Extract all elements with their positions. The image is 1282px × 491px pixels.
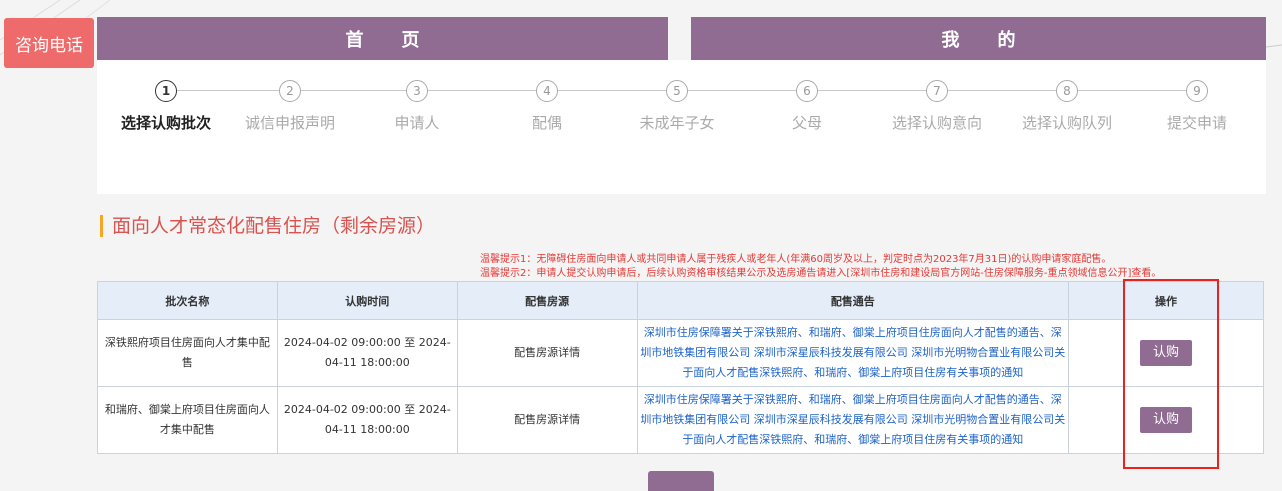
- step-card: 1 选择认购批次 2 诚信申报声明 3 申请人 4 配偶 5 未成年子女 6 父母 7 选择认购意向 8 选择…: [97, 60, 1266, 194]
- step-label: 配偶: [531, 114, 562, 132]
- step-label: 父母: [791, 114, 822, 132]
- step-label: 未成年子女: [639, 114, 715, 132]
- step-8: 8 选择认购队列: [1007, 80, 1127, 133]
- step-number-circle: 1: [155, 80, 177, 102]
- pager-button[interactable]: [648, 471, 714, 491]
- header-time: 认购时间: [276, 281, 458, 320]
- step-number-circle: 9: [1186, 80, 1208, 102]
- subscribe-button[interactable]: 认购: [1140, 407, 1193, 433]
- step-label: 诚信申报声明: [244, 114, 335, 132]
- table-row: 深铁熙府项目住房面向人才集中配售 2024-04-02 09:00:00 至 2…: [97, 319, 1264, 387]
- header-action: 操作: [1068, 281, 1264, 320]
- tip-1: 温馨提示1：无障碍住房面向申请人或共同申请人属于残疾人或老年人(年满60周岁及以…: [480, 254, 1112, 265]
- step-label: 选择认购队列: [1021, 114, 1112, 132]
- nav-home-label: 首页: [345, 29, 458, 51]
- step-4: 4 配偶: [487, 80, 607, 133]
- batch-name: 和瑞府、御棠上府项目住房面向人才集中配售: [97, 386, 278, 454]
- nav-home[interactable]: 首页: [97, 17, 668, 60]
- nav-mine[interactable]: 我的: [691, 17, 1266, 60]
- step-label: 选择认购意向: [891, 114, 982, 132]
- table-header-row: 批次名称 认购时间 配售房源 配售通告 操作: [97, 281, 1264, 320]
- step-number-circle: 7: [926, 80, 948, 102]
- tip-2: 温馨提示2：申请人提交认购申请后，后续认购资格审核结果公示及选房通告请进入[深圳…: [480, 268, 1162, 279]
- nav-mine-label: 我的: [941, 29, 1054, 51]
- section-title: 面向人才常态化配售住房（剩余房源）: [100, 215, 435, 237]
- step-label: 申请人: [394, 114, 440, 132]
- step-number-circle: 5: [666, 80, 688, 102]
- batch-table: 批次名称 认购时间 配售房源 配售通告 操作 深铁熙府项目住房面向人才集中配售 …: [97, 281, 1264, 454]
- table-row: 和瑞府、御棠上府项目住房面向人才集中配售 2024-04-02 09:00:00…: [97, 386, 1264, 454]
- step-2: 2 诚信申报声明: [230, 80, 350, 133]
- step-number-circle: 2: [279, 80, 301, 102]
- step-9: 9 提交申请: [1137, 80, 1257, 133]
- hotline-button[interactable]: 咨询电话: [4, 18, 94, 68]
- batch-time: 2024-04-02 09:00:00 至 2024-04-11 18:00:0…: [276, 319, 458, 387]
- subscribe-button[interactable]: 认购: [1140, 340, 1193, 366]
- notice-link[interactable]: 深圳市住房保障署关于深铁熙府、和瑞府、御棠上府项目住房面向人才配售的通告、深圳市…: [640, 393, 1065, 446]
- source-detail-link[interactable]: 配售房源详情: [514, 413, 580, 426]
- notice-link[interactable]: 深圳市住房保障署关于深铁熙府、和瑞府、御棠上府项目住房面向人才配售的通告、深圳市…: [640, 326, 1065, 379]
- step-number-circle: 3: [406, 80, 428, 102]
- hotline-label: 咨询电话: [15, 35, 83, 56]
- step-number-circle: 6: [796, 80, 818, 102]
- step-label: 选择认购批次: [120, 114, 211, 132]
- step-5: 5 未成年子女: [617, 80, 737, 133]
- tips: 温馨提示1：无障碍住房面向申请人或共同申请人属于残疾人或老年人(年满60周岁及以…: [480, 253, 1280, 281]
- step-6: 6 父母: [747, 80, 867, 133]
- step-number-circle: 8: [1056, 80, 1078, 102]
- step-label: 提交申请: [1166, 114, 1227, 132]
- header-batch-name: 批次名称: [97, 281, 278, 320]
- header-source: 配售房源: [456, 281, 638, 320]
- batch-name: 深铁熙府项目住房面向人才集中配售: [97, 319, 278, 387]
- source-detail-link[interactable]: 配售房源详情: [514, 346, 580, 359]
- header-notice: 配售通告: [636, 281, 1070, 320]
- step-number-circle: 4: [536, 80, 558, 102]
- step-7: 7 选择认购意向: [877, 80, 997, 133]
- batch-time: 2024-04-02 09:00:00 至 2024-04-11 18:00:0…: [276, 386, 458, 454]
- step-1: 1 选择认购批次: [106, 80, 226, 133]
- step-3: 3 申请人: [357, 80, 477, 133]
- step-progress: 1 选择认购批次 2 诚信申报声明 3 申请人 4 配偶 5 未成年子女 6 父母 7 选择认购意向 8 选择…: [97, 80, 1266, 140]
